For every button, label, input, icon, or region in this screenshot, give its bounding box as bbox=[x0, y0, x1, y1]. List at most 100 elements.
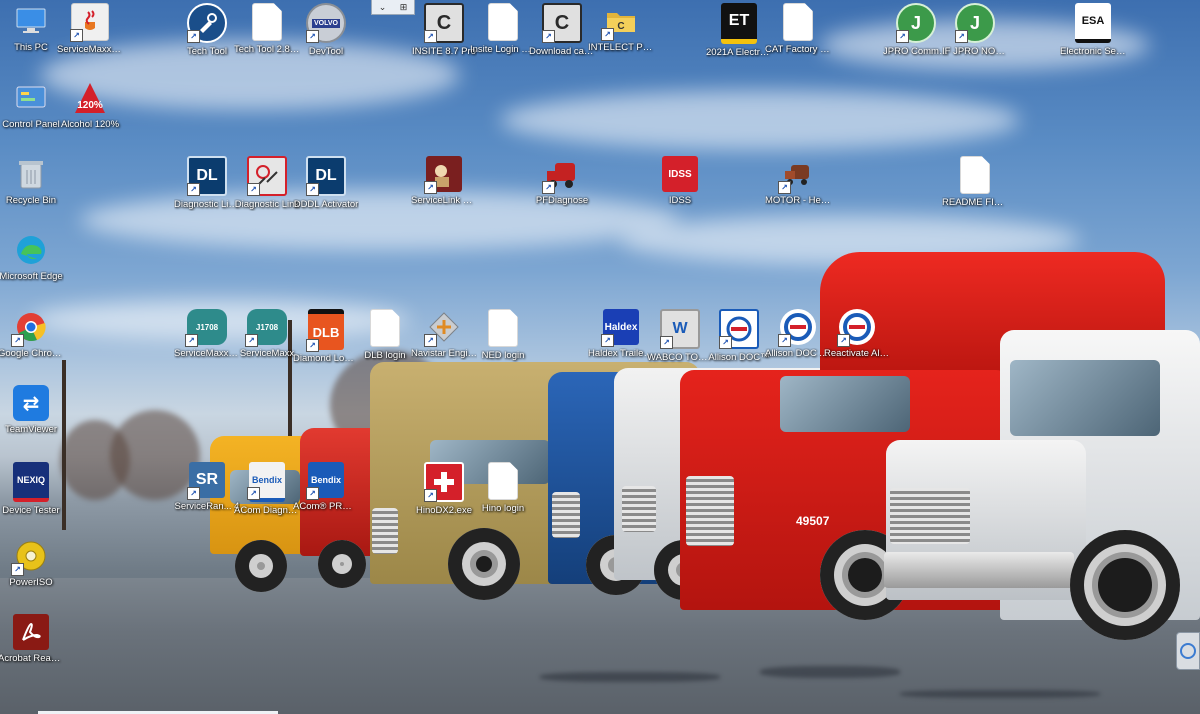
desktop-icon-electronic-service[interactable]: ESA Electronic Service ... bbox=[1060, 3, 1126, 58]
desktop-icon-hino-login[interactable]: Hino login bbox=[470, 462, 536, 515]
desktop-icon-tech-tool-login[interactable]: Tech Tool 2.8 Login bbox=[234, 3, 300, 56]
teamviewer-icon: ⇄ bbox=[13, 385, 49, 421]
desktop-icon-label: NED login bbox=[481, 350, 525, 361]
svg-text:C: C bbox=[617, 21, 624, 32]
fleet-number: 49507 bbox=[796, 514, 830, 528]
desktop-icon-wabco-toolbox[interactable]: W ↗ WABCO TOOLBOX bbox=[647, 309, 713, 364]
desktop-icon-reactivate-allison[interactable]: ↗ Reactivate Allison bbox=[824, 309, 890, 360]
esa-icon: ESA bbox=[1075, 3, 1111, 43]
cat-et-icon: ET bbox=[721, 3, 757, 44]
desktop-icon-acrobat-reader[interactable]: Acrobat Reader DC bbox=[0, 614, 64, 665]
desktop-icon-cat-factory-password[interactable]: CAT Factory Password bbox=[765, 3, 831, 56]
desktop-icon-label: TeamViewer bbox=[4, 424, 58, 435]
desktop-icon-servicemaxx-j1708[interactable]: J1708 ↗ ServiceMaxx J1708 bbox=[174, 309, 240, 360]
desktop-icon-servicelink-offline[interactable]: ↗ ServiceLink Offline bbox=[411, 156, 477, 207]
desktop-icon-intelect-programs[interactable]: C ↗ INTELECT Programs bbox=[588, 3, 654, 54]
desktop-icon-ned-login[interactable]: NED login bbox=[470, 309, 536, 362]
teamviewer-side-panel-handle[interactable] bbox=[1176, 632, 1200, 670]
jpro-icon: J ↗ bbox=[955, 3, 995, 43]
desktop-icon-label: Diagnostic Link bbox=[234, 199, 300, 210]
desktop-icon-jpro-not-working[interactable]: J ↗ IF JPRO NOT WORKING bbox=[942, 3, 1008, 58]
desktop-icon-label: ServiceMaxx bbox=[239, 348, 295, 359]
allison-icon: ↗ bbox=[719, 309, 759, 349]
desktop-icon-devtool[interactable]: VOLVO ↗ DevTool bbox=[293, 3, 359, 58]
desktop-icon-tech-tool[interactable]: ↗ Tech Tool bbox=[174, 3, 240, 58]
desktop-icon-label: Microsoft Edge bbox=[0, 271, 63, 282]
desktop-icon-diamond-logic-builder[interactable]: DLB ↗ Diamond Logic Builder bbox=[293, 309, 359, 365]
desktop-icon-microsoft-edge[interactable]: Microsoft Edge bbox=[0, 232, 64, 283]
desktop-icon-navistar-engine-diagnostics[interactable]: ↗ Navistar Engine Di... bbox=[411, 309, 477, 360]
wabco-icon: W ↗ bbox=[660, 309, 700, 349]
this-pc-icon bbox=[13, 3, 49, 39]
truck-icon: ↗ bbox=[778, 156, 816, 194]
desktop-top-tray[interactable]: ⌄ ⊞ bbox=[371, 0, 415, 15]
desktop-icon-insite-pro[interactable]: C ↗ INSITE 8.7 Pro bbox=[411, 3, 477, 58]
desktop-icon-label: IF JPRO NOT WORKING bbox=[942, 46, 1008, 57]
idss-icon: IDSS bbox=[662, 156, 698, 192]
desktop-icon-acom-pro[interactable]: Bendix ↗ ACom® PRO™ Dia... bbox=[293, 462, 359, 513]
desktop-icon-servicemaxx-j1939[interactable]: ↗ ServiceMaxx J1939&J17... bbox=[57, 3, 123, 56]
engine-icon: J1708 ↗ bbox=[245, 309, 287, 347]
shortcut-arrow-icon: ↗ bbox=[247, 487, 260, 500]
desktop-icon-allison-doc-advanced[interactable]: ↗ Allison DOC Advanced ... bbox=[765, 309, 831, 360]
desktop-icon-motor-heavy-truck[interactable]: ↗ MOTOR - Heavy Truc... bbox=[765, 156, 831, 207]
desktop-icon-control-panel[interactable]: Control Panel bbox=[0, 80, 64, 131]
desktop-icon-label: ServiceLink Offline bbox=[411, 195, 477, 206]
chevron-down-icon[interactable]: ⌄ bbox=[379, 2, 387, 13]
desktop-icon-device-tester[interactable]: NEXIQ Device Tester bbox=[0, 462, 64, 517]
desktop-icon-download-cals[interactable]: C ↗ Download cals only ! bbox=[529, 3, 595, 58]
servicelink-icon: ↗ bbox=[424, 156, 462, 194]
desktop-icon-allison-doc[interactable]: ↗ Allison DOC™ bbox=[706, 309, 772, 364]
shortcut-arrow-icon: ↗ bbox=[837, 334, 850, 347]
desktop-icon-label: DLB login bbox=[364, 350, 406, 361]
desktop-icon-label: Electronic Service ... bbox=[1060, 46, 1126, 57]
desktop-icon-alcohol-120[interactable]: 120% Alcohol 120% bbox=[57, 80, 123, 131]
acrobat-icon bbox=[13, 614, 49, 650]
desktop-icon-dddl-activator[interactable]: DL ↗ DDDL Activator bbox=[293, 156, 359, 211]
document-icon bbox=[960, 156, 990, 194]
desktop-icon-servicerange[interactable]: SR ↗ ServiceRan... 4 bbox=[174, 462, 240, 513]
shortcut-arrow-icon: ↗ bbox=[70, 29, 83, 42]
navistar-icon: ↗ bbox=[424, 309, 462, 347]
desktop-icon-teamviewer[interactable]: ⇄ TeamViewer bbox=[0, 385, 64, 436]
shortcut-arrow-icon: ↗ bbox=[601, 28, 614, 41]
desktop-icon-label: MOTOR - Heavy Truc... bbox=[765, 195, 831, 206]
desktop-icon-diagnostic-link-8[interactable]: DL ↗ Diagnostic Link 8 bbox=[174, 156, 240, 211]
desktop-icon-label: INSITE 8.7 Pro bbox=[412, 46, 476, 57]
desktop-icon-label: Diamond Logic Builder bbox=[293, 353, 359, 364]
desktop-icon-poweriso[interactable]: ↗ PowerISO bbox=[0, 538, 64, 589]
desktop-icon-label: JPRO Commerci... bbox=[883, 46, 949, 57]
desktop-icon-idss[interactable]: IDSS IDSS bbox=[647, 156, 713, 207]
nexiq-icon: NEXIQ bbox=[13, 462, 49, 502]
edge-icon bbox=[13, 232, 49, 268]
desktop-icon-hinodx2[interactable]: ↗ HinoDX2.exe bbox=[411, 462, 477, 517]
desktop-icon-diagnostic-link[interactable]: ↗ Diagnostic Link bbox=[234, 156, 300, 211]
desktop-icon-jpro-commercial[interactable]: J ↗ JPRO Commerci... bbox=[883, 3, 949, 58]
document-icon bbox=[370, 309, 400, 347]
desktop-icon-recycle-bin[interactable]: Recycle Bin bbox=[0, 156, 64, 207]
shortcut-arrow-icon: ↗ bbox=[11, 334, 24, 347]
desktop-icon-label: README FIRST bbox=[942, 197, 1008, 208]
desktop-icon-google-chrome[interactable]: ↗ Google Chrome bbox=[0, 309, 64, 360]
shortcut-arrow-icon: ↗ bbox=[187, 30, 200, 43]
desktop-icon-label: Download cals only ! bbox=[529, 46, 595, 57]
desktop-icon-dlb-login[interactable]: DLB login bbox=[352, 309, 418, 362]
desktop-icon-this-pc[interactable]: This PC bbox=[0, 3, 64, 54]
desktop-icon-label: DevTool bbox=[308, 46, 344, 57]
desktop-icon-haldex-trailer[interactable]: Haldex ↗ Haldex Trailer AB... bbox=[588, 309, 654, 360]
shortcut-arrow-icon: ↗ bbox=[424, 489, 437, 502]
desktop-icon-pfdiagnose[interactable]: ↗ PFDiagnose bbox=[529, 156, 595, 207]
bendix-icon: Bendix ↗ bbox=[247, 462, 285, 502]
desktop-icon-insite-login[interactable]: Insite Login & instructions bbox=[470, 3, 536, 56]
desktop-icon-label: ACom Diagnostics bbox=[234, 505, 300, 516]
desktop-icon-readme-first[interactable]: README FIRST bbox=[942, 156, 1008, 209]
desktop-icon-label: ServiceMaxx J1708 bbox=[174, 348, 240, 359]
shortcut-arrow-icon: ↗ bbox=[306, 30, 319, 43]
desktop-icon-label: ACom® PRO™ Dia... bbox=[293, 501, 359, 512]
grid-icon[interactable]: ⊞ bbox=[400, 2, 408, 13]
desktop-icon-cat-et[interactable]: ET 2021A Electroni... bbox=[706, 3, 772, 59]
shortcut-arrow-icon: ↗ bbox=[424, 334, 437, 347]
desktop-icon-servicemaxx[interactable]: J1708 ↗ ServiceMaxx bbox=[234, 309, 300, 360]
hino-icon: ↗ bbox=[424, 462, 464, 502]
desktop-icon-acom-diagnostics[interactable]: Bendix ↗ ACom Diagnostics bbox=[234, 462, 300, 517]
